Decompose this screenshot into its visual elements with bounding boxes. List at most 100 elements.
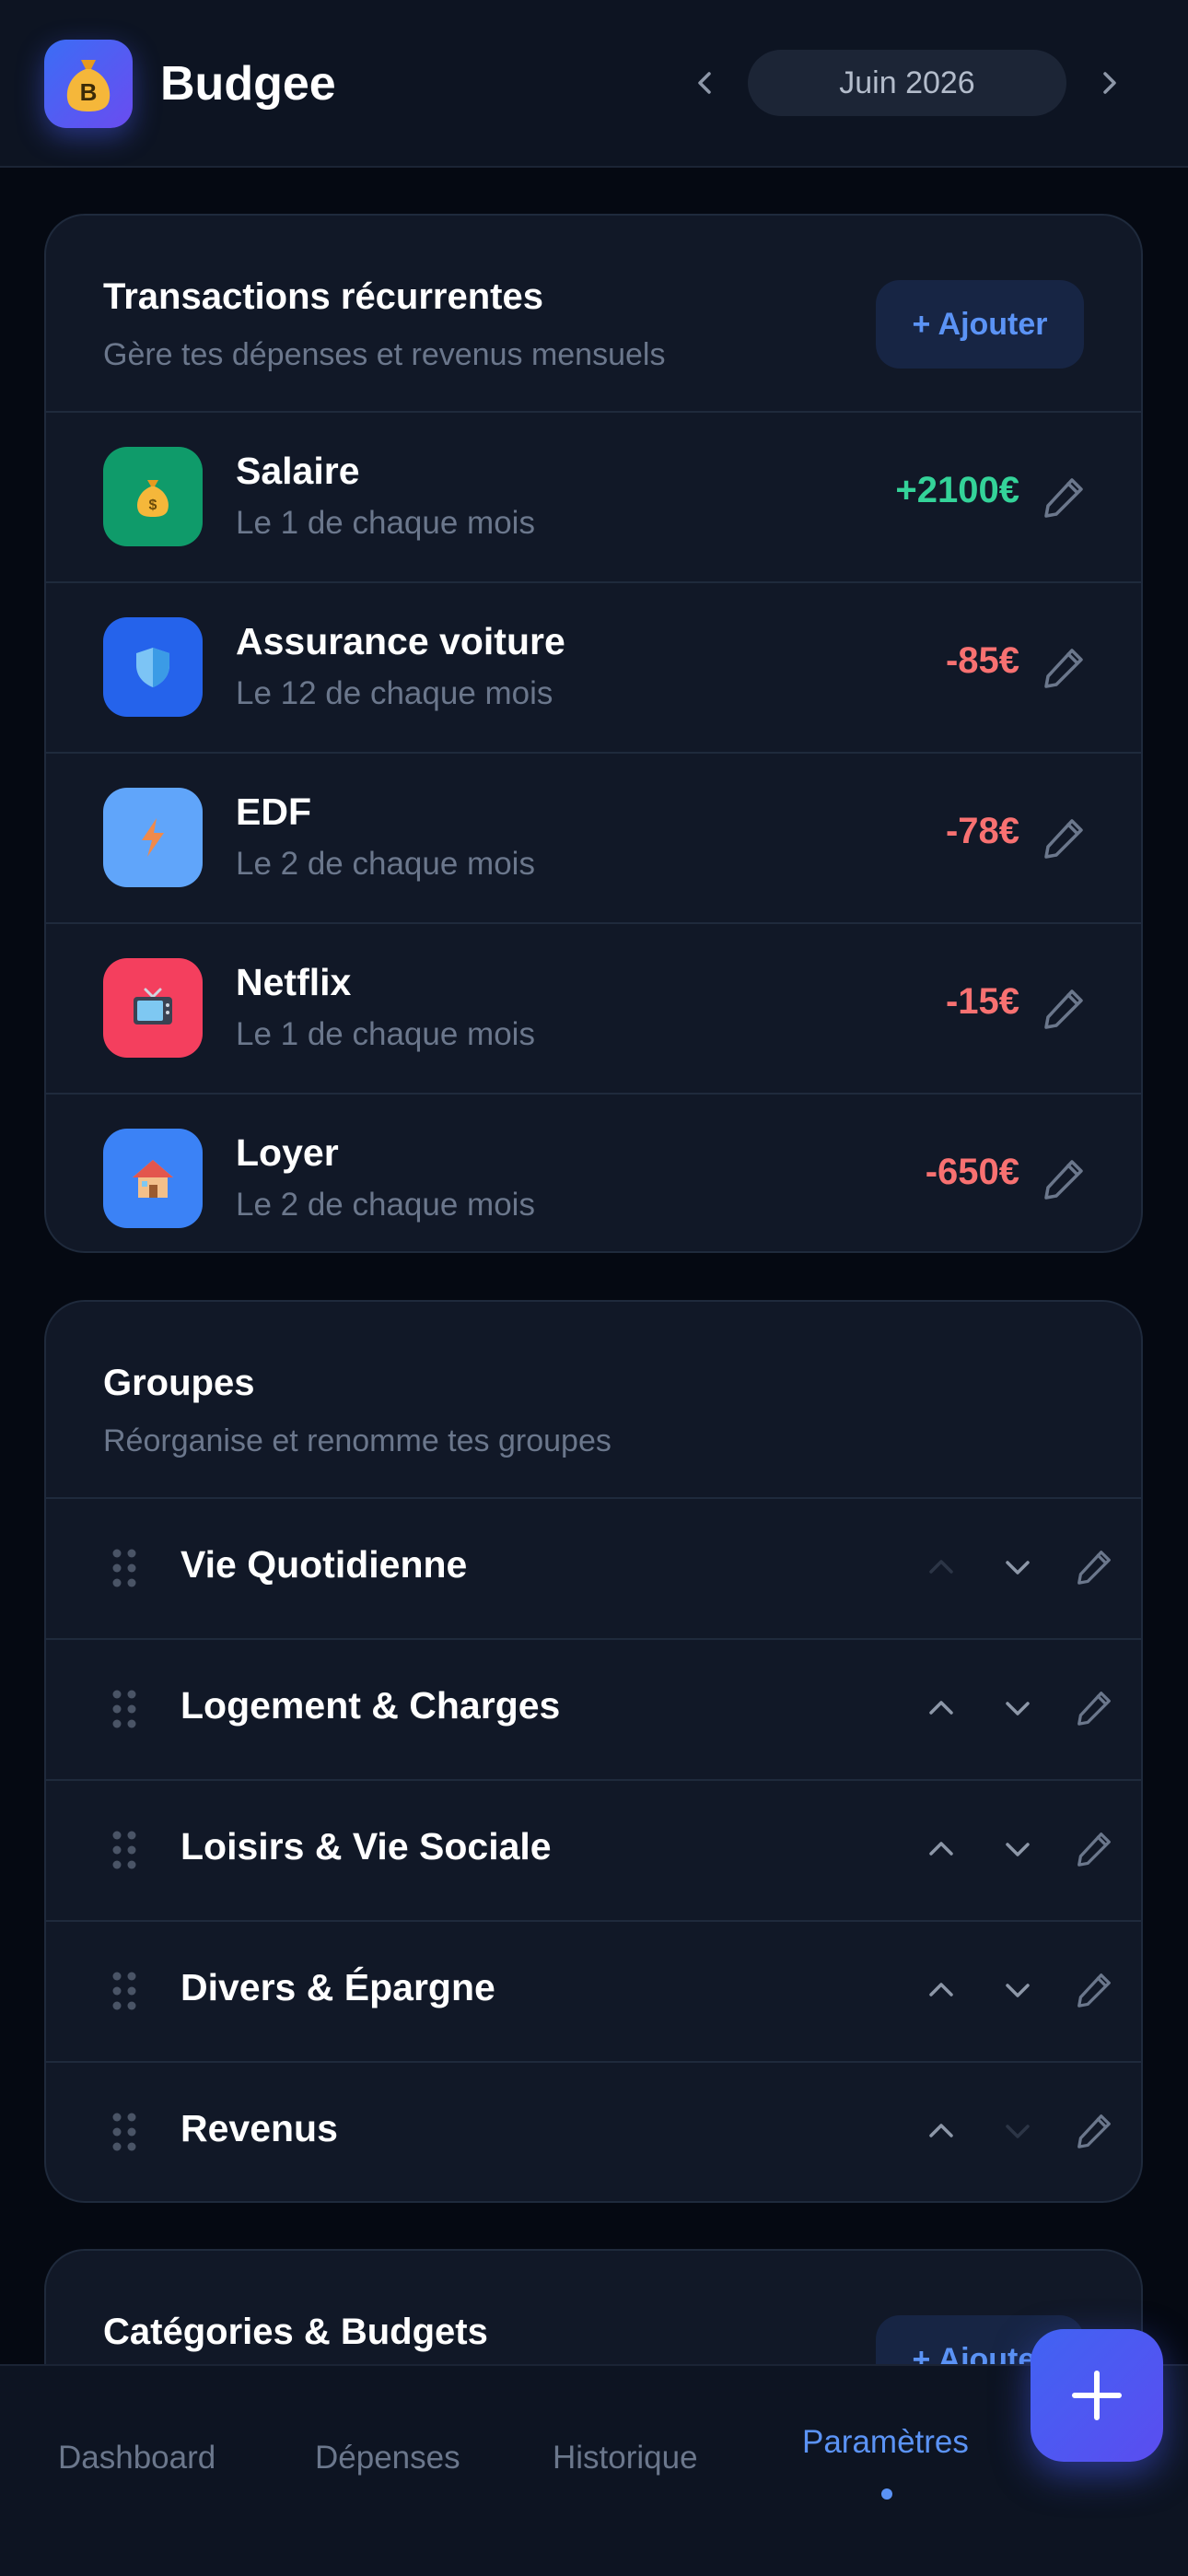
rename-group-button[interactable] <box>1066 2103 1122 2159</box>
group-row: Logement & Charges <box>46 1640 1141 1779</box>
rename-group-button[interactable] <box>1066 1680 1122 1736</box>
next-month-button[interactable] <box>1081 55 1136 111</box>
recurring-row-salaire[interactable]: $ Salaire Le 1 de chaque mois +2100€ <box>46 413 1141 581</box>
pencil-icon <box>1077 2114 1111 2149</box>
lightning-icon <box>103 788 203 887</box>
prev-month-button[interactable] <box>678 55 733 111</box>
recurring-subtitle: Gère tes dépenses et revenus mensuels <box>103 337 666 372</box>
rename-group-button[interactable] <box>1066 1962 1122 2018</box>
nav-dashboard[interactable]: Dashboard <box>58 2440 215 2476</box>
drag-handle-icon[interactable] <box>111 2111 138 2153</box>
pencil-icon[interactable] <box>1038 642 1089 694</box>
pencil-icon[interactable] <box>1038 1153 1089 1205</box>
money-bag-logo-icon: B <box>66 60 111 111</box>
nav-historique[interactable]: Historique <box>553 2440 698 2476</box>
transaction-schedule: Le 1 de chaque mois <box>236 1016 535 1052</box>
transaction-schedule: Le 12 de chaque mois <box>236 675 553 711</box>
add-recurring-button[interactable]: + Ajouter <box>876 280 1084 369</box>
svg-text:$: $ <box>149 498 157 513</box>
transaction-name: Loyer <box>236 1131 339 1174</box>
groups-card: Groupes Réorganise et renomme tes groupe… <box>44 1300 1143 2203</box>
group-name: Divers & Épargne <box>181 1966 495 2008</box>
recurring-row-assurance[interactable]: Assurance voiture Le 12 de chaque mois -… <box>46 583 1141 752</box>
transaction-schedule: Le 2 de chaque mois <box>236 846 535 882</box>
pencil-icon[interactable] <box>1038 983 1089 1035</box>
house-icon <box>103 1129 203 1228</box>
transaction-name: Assurance voiture <box>236 620 565 662</box>
drag-handle-icon[interactable] <box>111 1970 138 2012</box>
app-header: B Budgee Juin 2026 <box>0 0 1188 168</box>
move-up-button[interactable] <box>914 2103 969 2159</box>
svg-text:B: B <box>80 78 98 106</box>
categories-title: Catégories & Budgets <box>103 2312 488 2352</box>
transaction-name: EDF <box>236 790 311 833</box>
transaction-schedule: Le 2 de chaque mois <box>236 1187 535 1223</box>
group-name: Revenus <box>181 2107 338 2149</box>
move-down-button[interactable] <box>990 1680 1045 1736</box>
chevron-up-icon <box>929 1983 953 1996</box>
move-down-button[interactable] <box>990 1540 1045 1595</box>
move-up-button[interactable] <box>914 1540 969 1595</box>
shield-icon <box>103 617 203 717</box>
transaction-amount: -15€ <box>945 981 1019 1022</box>
transaction-amount: -78€ <box>945 811 1019 851</box>
recurring-title: Transactions récurrentes <box>103 276 543 317</box>
recurring-row-edf[interactable]: EDF Le 2 de chaque mois -78€ <box>46 754 1141 922</box>
nav-parametres[interactable]: Paramètres <box>802 2424 969 2461</box>
chevron-down-icon <box>1006 1843 1030 1856</box>
move-down-button[interactable] <box>990 1962 1045 2018</box>
move-down-button[interactable] <box>990 1821 1045 1877</box>
chevron-down-icon <box>1006 2125 1030 2138</box>
pencil-icon <box>1077 1692 1111 1726</box>
recurring-row-loyer[interactable]: Loyer Le 2 de chaque mois -650€ <box>46 1095 1141 1251</box>
drag-handle-icon[interactable] <box>111 1547 138 1589</box>
month-selector[interactable]: Juin 2026 <box>748 50 1066 116</box>
plus-icon <box>1072 2371 1122 2420</box>
transaction-schedule: Le 1 de chaque mois <box>236 505 535 541</box>
chevron-down-icon <box>1006 1561 1030 1575</box>
app-title: Budgee <box>160 57 336 111</box>
chevron-down-icon <box>1006 1984 1030 1997</box>
pencil-icon <box>1077 1973 1111 2008</box>
group-row: Vie Quotidienne <box>46 1499 1141 1638</box>
rename-group-button[interactable] <box>1066 1821 1122 1877</box>
tv-icon <box>103 958 203 1058</box>
move-down-button[interactable] <box>990 2103 1045 2159</box>
add-transaction-fab[interactable] <box>1031 2329 1163 2462</box>
pencil-icon <box>1077 1551 1111 1585</box>
money-bag-icon: $ <box>103 447 203 546</box>
drag-handle-icon[interactable] <box>111 1688 138 1730</box>
chevron-left-icon <box>698 72 711 94</box>
nav-depenses[interactable]: Dépenses <box>315 2440 460 2476</box>
chevron-up-icon <box>929 1560 953 1574</box>
transaction-name: Netflix <box>236 961 352 1003</box>
chevron-up-icon <box>929 1842 953 1856</box>
chevron-up-icon <box>929 1701 953 1715</box>
group-name: Loisirs & Vie Sociale <box>181 1825 552 1868</box>
move-up-button[interactable] <box>914 1821 969 1877</box>
chevron-right-icon <box>1103 72 1116 94</box>
drag-handle-icon[interactable] <box>111 1829 138 1871</box>
pencil-icon[interactable] <box>1038 472 1089 523</box>
transaction-amount: +2100€ <box>895 470 1019 510</box>
transaction-amount: -650€ <box>925 1152 1019 1192</box>
groups-subtitle: Réorganise et renomme tes groupes <box>103 1423 611 1458</box>
group-row: Loisirs & Vie Sociale <box>46 1781 1141 1920</box>
group-row: Divers & Épargne <box>46 1922 1141 2061</box>
active-indicator <box>881 2488 892 2500</box>
group-name: Vie Quotidienne <box>181 1543 468 1586</box>
transaction-amount: -85€ <box>945 640 1019 681</box>
recurring-row-netflix[interactable]: Netflix Le 1 de chaque mois -15€ <box>46 924 1141 1093</box>
move-up-button[interactable] <box>914 1680 969 1736</box>
pencil-icon[interactable] <box>1038 813 1089 864</box>
group-name: Logement & Charges <box>181 1684 561 1727</box>
pencil-icon <box>1077 1832 1111 1867</box>
group-row: Revenus <box>46 2063 1141 2201</box>
recurring-transactions-card: Transactions récurrentes Gère tes dépens… <box>44 214 1143 1253</box>
rename-group-button[interactable] <box>1066 1540 1122 1595</box>
transaction-name: Salaire <box>236 450 360 492</box>
app-logo: B <box>44 40 133 128</box>
move-up-button[interactable] <box>914 1962 969 2018</box>
groups-title: Groupes <box>103 1363 255 1403</box>
chevron-down-icon <box>1006 1702 1030 1715</box>
